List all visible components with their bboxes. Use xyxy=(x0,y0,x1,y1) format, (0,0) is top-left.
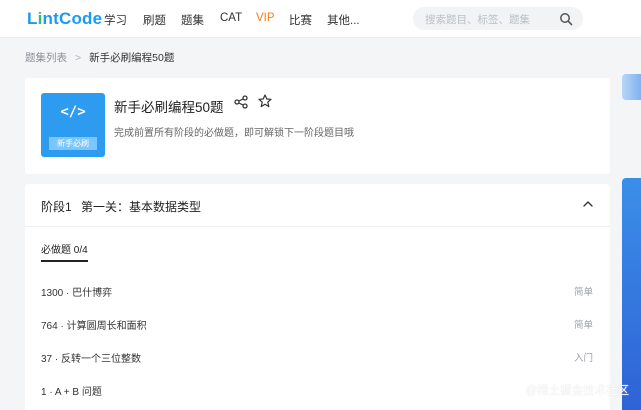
logo-text-rest: ntCode xyxy=(42,9,103,28)
problem-set-description: 完成前置所有阶段的必做题，即可解锁下一阶段题目哦 xyxy=(114,128,354,139)
logo-letter-l: L xyxy=(27,9,38,28)
breadcrumb-parent[interactable]: 题集列表 xyxy=(25,52,67,64)
nav-cat[interactable]: CAT xyxy=(220,12,242,24)
search-icon[interactable] xyxy=(559,12,573,26)
breadcrumb: 题集列表 > 新手必刷编程50题 xyxy=(25,50,174,65)
share-icon[interactable] xyxy=(234,95,248,109)
page-title: 新手必刷编程50题 xyxy=(114,100,224,115)
question-row[interactable]: 1 · A + B 问题 xyxy=(25,373,610,406)
breadcrumb-current: 新手必刷编程50题 xyxy=(89,52,175,64)
nav-contests[interactable]: 比赛 xyxy=(289,12,312,28)
chevron-up-icon[interactable] xyxy=(582,198,594,210)
question-row[interactable]: 1300 · 巴什博弈 简单 xyxy=(25,274,610,307)
search-placeholder: 搜索题目、标签、题集 xyxy=(425,14,530,26)
question-title[interactable]: 37 · 反转一个三位整数 xyxy=(41,350,141,365)
question-row[interactable]: 764 · 计算圆周长和面积 简单 xyxy=(25,307,610,340)
question-title[interactable]: 1 · A + B 问题 xyxy=(41,383,102,398)
stage-title: 第一关：基本数据类型 xyxy=(81,200,202,214)
breadcrumb-separator: > xyxy=(75,52,82,64)
top-navbar: LintCode 学习 刷题 题集 CAT VIP 比赛 其他... 搜索题目、… xyxy=(0,0,641,38)
difficulty-label: 简单 xyxy=(573,320,593,331)
side-promo-top[interactable] xyxy=(622,74,641,100)
nav-learn[interactable]: 学习 xyxy=(104,12,127,28)
tab-required[interactable]: 必做题 0/4 xyxy=(41,241,88,262)
nav-problems[interactable]: 刷题 xyxy=(143,12,166,28)
nav-more[interactable]: 其他... xyxy=(327,12,360,28)
lintcode-logo[interactable]: LintCode xyxy=(27,9,102,29)
nav-problem-sets[interactable]: 题集 xyxy=(181,12,204,28)
star-icon[interactable] xyxy=(258,94,272,108)
difficulty-label: 简单 xyxy=(573,287,593,298)
stage-header[interactable]: 阶段1 第一关：基本数据类型 xyxy=(25,184,610,227)
code-icon: </> xyxy=(60,104,86,120)
problem-set-header-card: </> 新手必刷 新手必刷编程50题 完成前置所有阶段的必做题，即可解锁下一阶段… xyxy=(25,78,610,174)
nav-vip[interactable]: VIP xyxy=(256,12,275,24)
question-title[interactable]: 1300 · 巴什博弈 xyxy=(41,284,112,299)
problem-set-cover: </> 新手必刷 xyxy=(41,93,105,157)
search-input[interactable]: 搜索题目、标签、题集 xyxy=(413,7,583,30)
side-promo-banner[interactable] xyxy=(622,178,641,410)
watermark: @稀土掘金技术社区 xyxy=(525,385,629,397)
difficulty-label: 入门 xyxy=(573,353,593,364)
cover-tag: 新手必刷 xyxy=(49,137,97,150)
question-row[interactable]: 37 · 反转一个三位整数 入门 xyxy=(25,340,610,373)
stage-card: 阶段1 第一关：基本数据类型 必做题 0/4 1300 · 巴什博弈 简单 76… xyxy=(25,184,610,410)
question-title[interactable]: 764 · 计算圆周长和面积 xyxy=(41,317,147,332)
stage-number: 阶段1 xyxy=(41,200,72,214)
